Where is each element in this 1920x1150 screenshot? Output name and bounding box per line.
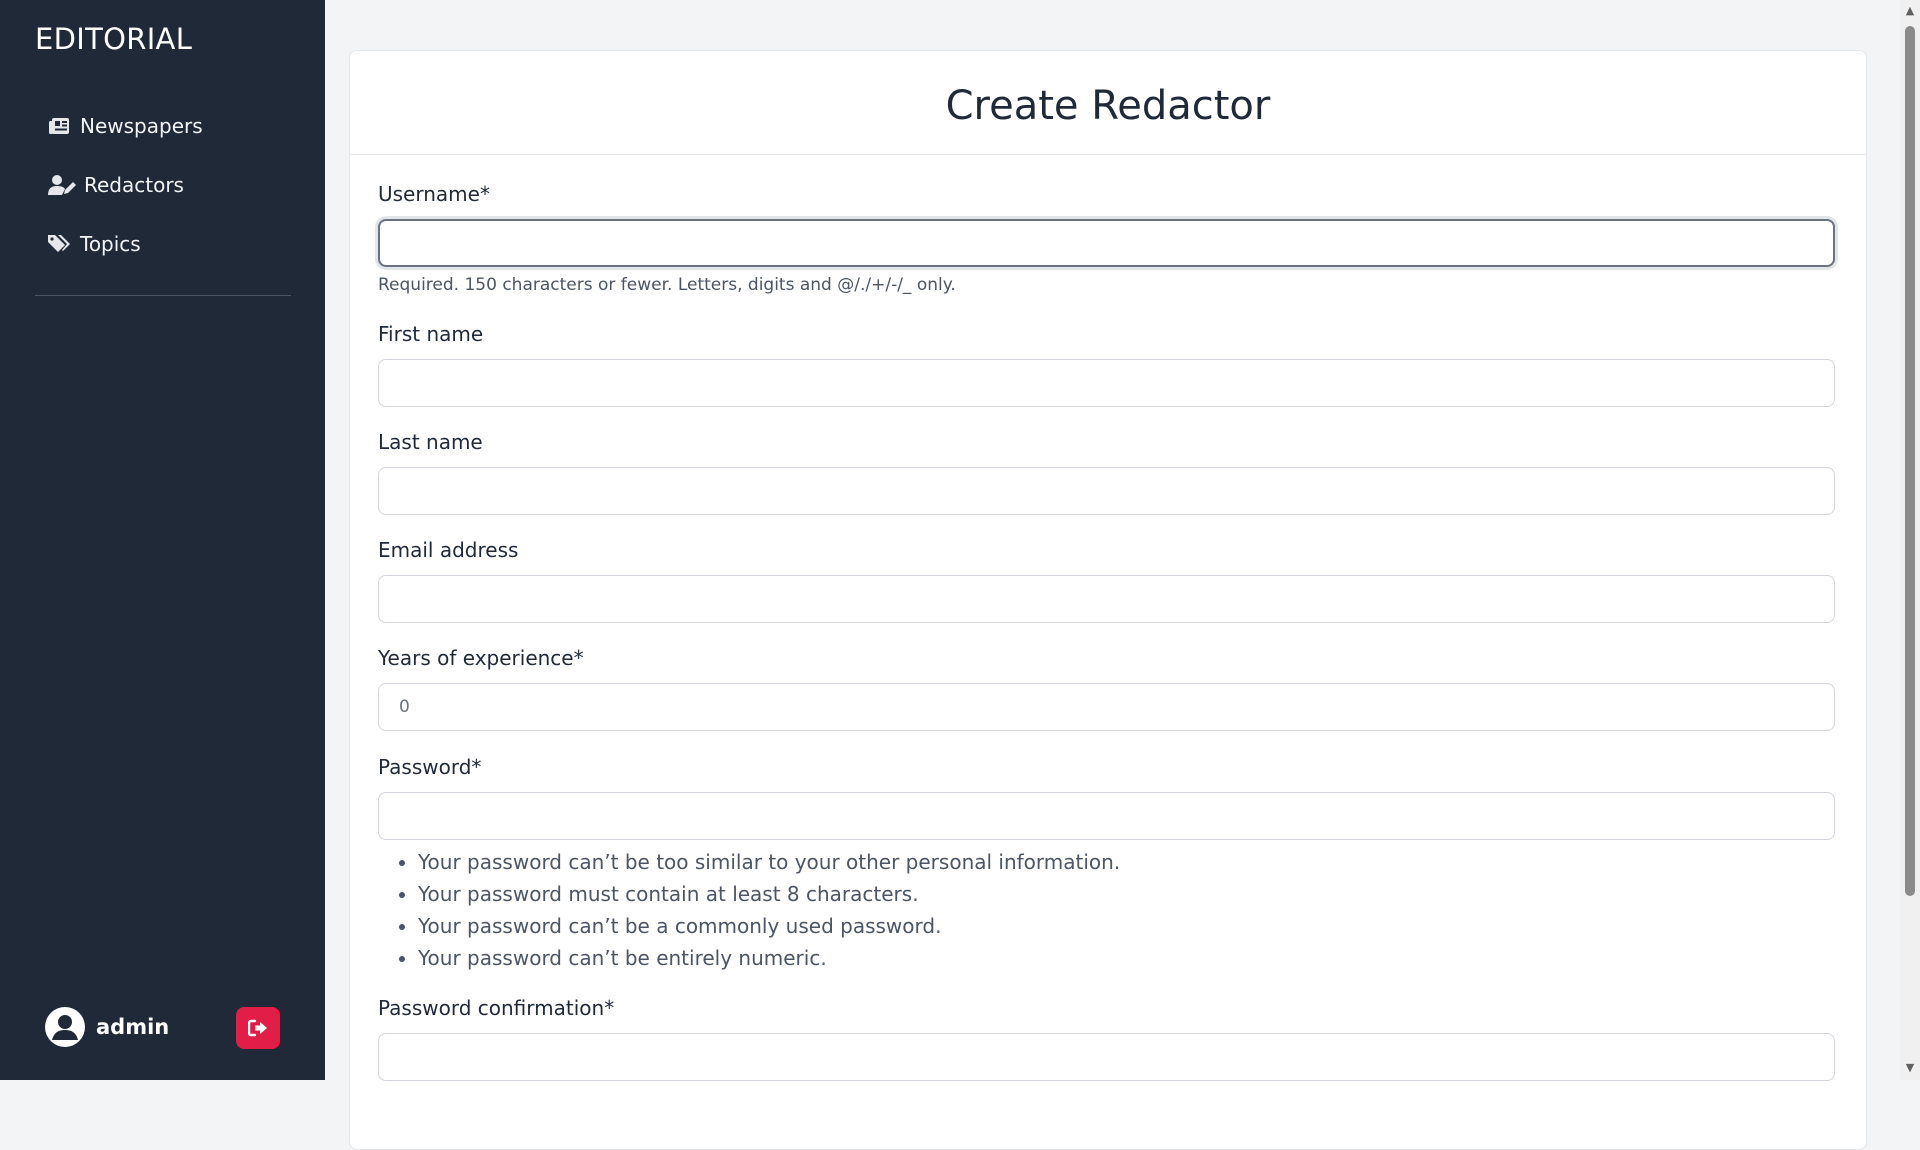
logout-icon: [248, 1019, 268, 1037]
password-confirmation-label: Password confirmation*: [378, 996, 615, 1020]
sidebar-item-topics[interactable]: Topics: [48, 214, 203, 273]
page-title: Create Redactor: [945, 82, 1271, 129]
sidebar-item-label: Redactors: [84, 172, 184, 197]
form-card: Create Redactor Username* Required. 150 …: [349, 50, 1867, 1150]
newspaper-icon: [48, 114, 72, 138]
last-name-label: Last name: [378, 430, 483, 454]
scrollbar-thumb[interactable]: [1905, 26, 1915, 896]
sidebar-item-newspapers[interactable]: Newspapers: [48, 96, 203, 155]
years-of-experience-label: Years of experience*: [378, 646, 584, 670]
brand-logo[interactable]: EDITORIAL: [35, 22, 192, 56]
user-circle-icon: [44, 1006, 86, 1048]
first-name-label: First name: [378, 322, 484, 346]
scroll-up-arrow-icon[interactable]: ▲: [1904, 5, 1916, 17]
password-help-item: Your password must contain at least 8 ch…: [418, 878, 1120, 910]
password-help-list: Your password can’t be too similar to yo…: [378, 846, 1120, 974]
password-help-item: Your password can’t be a commonly used p…: [418, 910, 1120, 942]
email-input[interactable]: [378, 575, 1835, 623]
last-name-input[interactable]: [378, 467, 1835, 515]
password-label: Password*: [378, 755, 482, 779]
years-of-experience-input[interactable]: [378, 683, 1835, 731]
sidebar-divider: [35, 295, 291, 296]
logout-button[interactable]: [236, 1007, 280, 1049]
password-help-item: Your password can’t be entirely numeric.: [418, 942, 1120, 974]
sidebar-nav: Newspapers Redactors Topics: [48, 96, 203, 273]
user-profile[interactable]: admin: [44, 1006, 169, 1048]
password-input[interactable]: [378, 792, 1835, 840]
tags-icon: [48, 232, 72, 256]
password-help-item: Your password can’t be too similar to yo…: [418, 846, 1120, 878]
first-name-input[interactable]: [378, 359, 1835, 407]
user-name: admin: [96, 1015, 170, 1039]
email-label: Email address: [378, 538, 519, 562]
sidebar-item-label: Topics: [80, 231, 141, 256]
sidebar: EDITORIAL Newspapers Redactors Topics ad…: [0, 0, 325, 1080]
scroll-down-arrow-icon[interactable]: ▼: [1904, 1062, 1916, 1074]
card-header: Create Redactor: [350, 51, 1866, 155]
main-content: Create Redactor Username* Required. 150 …: [325, 0, 1900, 1150]
username-help-text: Required. 150 characters or fewer. Lette…: [378, 275, 956, 295]
username-input[interactable]: [378, 219, 1835, 267]
sidebar-item-label: Newspapers: [80, 113, 203, 138]
password-confirmation-input[interactable]: [378, 1033, 1835, 1081]
username-label: Username*: [378, 182, 490, 206]
user-pen-icon: [48, 173, 76, 197]
sidebar-item-redactors[interactable]: Redactors: [48, 155, 203, 214]
